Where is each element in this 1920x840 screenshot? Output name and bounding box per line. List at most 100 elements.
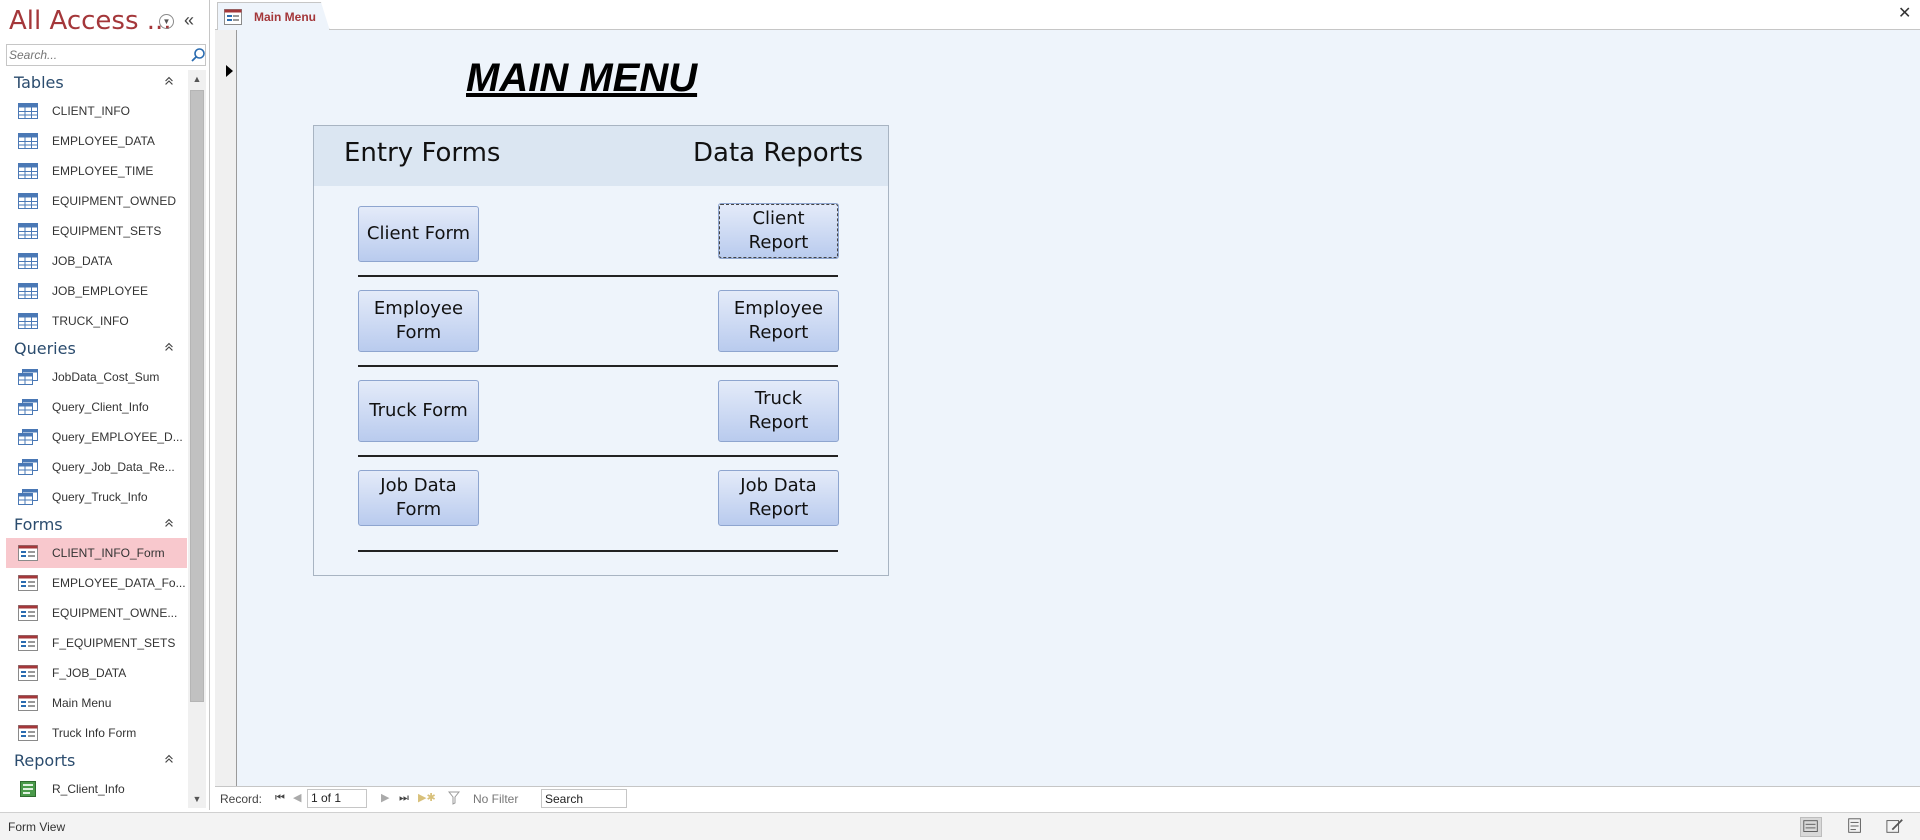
nav-item[interactable]: Query_Client_Info xyxy=(6,392,187,422)
nav-item[interactable]: EQUIPMENT_SETS xyxy=(6,216,187,246)
nav-item[interactable]: R_Client_Info xyxy=(6,774,187,804)
chevron-up-icon[interactable] xyxy=(162,517,176,531)
nav-item[interactable]: Query_Truck_Info xyxy=(6,482,187,512)
nav-item[interactable]: CLIENT_INFO xyxy=(6,96,187,126)
job-data-form-button[interactable]: Job Data Form xyxy=(358,470,479,526)
form-icon xyxy=(18,665,38,681)
nav-item[interactable]: R_EMPLOYEE_DATA xyxy=(6,804,187,810)
nav-item[interactable]: JOB_DATA xyxy=(6,246,187,276)
nav-item-label: Query_Truck_Info xyxy=(52,490,148,504)
table-icon xyxy=(18,313,38,329)
chevron-up-icon[interactable] xyxy=(162,75,176,89)
nav-item[interactable]: Query_EMPLOYEE_D... xyxy=(6,422,187,452)
nav-item-label: EMPLOYEE_DATA_Fo... xyxy=(52,576,186,590)
table-icon xyxy=(18,223,38,239)
nav-item[interactable]: JOB_EMPLOYEE xyxy=(6,276,187,306)
form-icon xyxy=(18,635,38,651)
nav-group-forms[interactable]: Forms xyxy=(6,512,187,538)
nav-item[interactable]: EMPLOYEE_DATA_Fo... xyxy=(6,568,187,598)
nav-object-list: Tables CLIENT_INFO EMPLOYEE_DATA EMPLOYEE_T… xyxy=(6,70,187,810)
layout-view-icon[interactable] xyxy=(1845,817,1867,837)
job-data-report-button[interactable]: Job Data Report xyxy=(718,470,839,526)
nav-item-label: TRUCK_INFO xyxy=(52,314,129,328)
nav-item[interactable]: F_JOB_DATA xyxy=(6,658,187,688)
nav-group-label: Forms xyxy=(14,515,63,534)
search-icon[interactable] xyxy=(190,47,206,63)
nav-header: All Access ... ▼ « xyxy=(0,0,210,44)
tab-main-menu[interactable]: Main Menu xyxy=(217,2,330,31)
no-filter-button[interactable]: No Filter xyxy=(473,792,518,806)
nav-item-label: EMPLOYEE_TIME xyxy=(52,164,154,178)
report-icon xyxy=(18,781,38,797)
nav-group-reports[interactable]: Reports xyxy=(6,748,187,774)
scroll-up-icon[interactable]: ▲ xyxy=(188,70,206,88)
nav-item[interactable]: TRUCK_INFO xyxy=(6,306,187,336)
nav-item-label: JOB_DATA xyxy=(52,254,113,268)
first-record-icon[interactable]: ⏮ xyxy=(275,791,285,805)
nav-item[interactable]: EQUIPMENT_OWNED xyxy=(6,186,187,216)
design-view-icon[interactable] xyxy=(1885,817,1907,837)
record-selector[interactable] xyxy=(215,30,237,786)
nav-item-label: EQUIPMENT_SETS xyxy=(52,224,162,238)
nav-menu-dropdown-icon[interactable]: ▼ xyxy=(159,14,174,29)
nav-title[interactable]: All Access ... xyxy=(9,6,172,36)
table-icon xyxy=(18,133,38,149)
nav-item[interactable]: Query_Job_Data_Re... xyxy=(6,452,187,482)
nav-group-label: Tables xyxy=(14,73,64,92)
nav-item[interactable]: JobData_Cost_Sum xyxy=(6,362,187,392)
table-icon xyxy=(18,103,38,119)
nav-item[interactable]: F_EQUIPMENT_SETS xyxy=(6,628,187,658)
form-icon xyxy=(18,545,38,561)
last-record-icon[interactable]: ⏭ xyxy=(399,791,409,805)
scroll-thumb[interactable] xyxy=(190,90,204,702)
nav-item[interactable]: Truck Info Form xyxy=(6,718,187,748)
new-record-icon[interactable]: ▶✱ xyxy=(418,791,436,805)
nav-item-label: CLIENT_INFO xyxy=(52,104,131,118)
nav-item-label: F_EQUIPMENT_SETS xyxy=(52,636,176,650)
nav-scrollbar[interactable]: ▲ ▼ xyxy=(188,70,206,808)
truck-form-button[interactable]: Truck Form xyxy=(358,380,479,442)
form-icon xyxy=(18,725,38,741)
previous-record-icon[interactable]: ◀ xyxy=(293,791,301,805)
nav-item-label: Query_Client_Info xyxy=(52,400,149,414)
record-search-input[interactable] xyxy=(541,789,627,808)
form-title: MAIN MENU xyxy=(466,56,698,100)
query-icon xyxy=(18,459,38,475)
table-icon xyxy=(18,193,38,209)
divider-line xyxy=(358,455,838,457)
next-record-icon[interactable]: ▶ xyxy=(381,791,389,805)
nav-search-input[interactable] xyxy=(9,47,179,63)
divider-line xyxy=(358,365,838,367)
close-icon[interactable]: ✕ xyxy=(1898,6,1911,22)
truck-report-button[interactable]: Truck Report xyxy=(718,380,839,442)
menu-panel: Entry Forms Data Reports Client Form Cli… xyxy=(313,125,889,576)
nav-item[interactable]: EMPLOYEE_DATA xyxy=(6,126,187,156)
navigation-pane: All Access ... ▼ « Tables CLIENT_INFO EMPL… xyxy=(0,0,210,810)
nav-item-label: EQUIPMENT_OWNE... xyxy=(52,606,178,620)
nav-item[interactable]: EQUIPMENT_OWNE... xyxy=(6,598,187,628)
record-navigation-bar: Record: ⏮ ◀ 1 of 1 ▶ ⏭ ▶✱ No Filter xyxy=(215,786,1920,810)
nav-group-queries[interactable]: Queries xyxy=(6,336,187,362)
client-form-button[interactable]: Client Form xyxy=(358,206,479,262)
form-icon xyxy=(18,695,38,711)
nav-item-label: EMPLOYEE_DATA xyxy=(52,134,155,148)
nav-group-tables[interactable]: Tables xyxy=(6,70,187,96)
query-icon xyxy=(18,369,38,385)
employee-report-button[interactable]: Employee Report xyxy=(718,290,839,352)
nav-item[interactable]: Main Menu xyxy=(6,688,187,718)
chevron-up-icon[interactable] xyxy=(162,753,176,767)
nav-group-label: Reports xyxy=(14,751,76,770)
current-record-field[interactable]: 1 of 1 xyxy=(307,789,367,808)
nav-item[interactable]: EMPLOYEE_TIME xyxy=(6,156,187,186)
table-icon xyxy=(18,253,38,269)
nav-item[interactable]: CLIENT_INFO_Form xyxy=(6,538,187,568)
form-view-icon[interactable] xyxy=(1800,817,1822,837)
scroll-down-icon[interactable]: ▼ xyxy=(188,790,206,808)
document-tab-bar: Main Menu ✕ xyxy=(215,0,1920,31)
client-report-button[interactable]: Client Report xyxy=(718,203,839,259)
nav-item-label: R_Client_Info xyxy=(52,782,125,796)
nav-search-box[interactable] xyxy=(6,44,206,66)
shutter-bar-collapse-icon[interactable]: « xyxy=(184,10,194,30)
employee-form-button[interactable]: Employee Form xyxy=(358,290,479,352)
chevron-up-icon[interactable] xyxy=(162,341,176,355)
